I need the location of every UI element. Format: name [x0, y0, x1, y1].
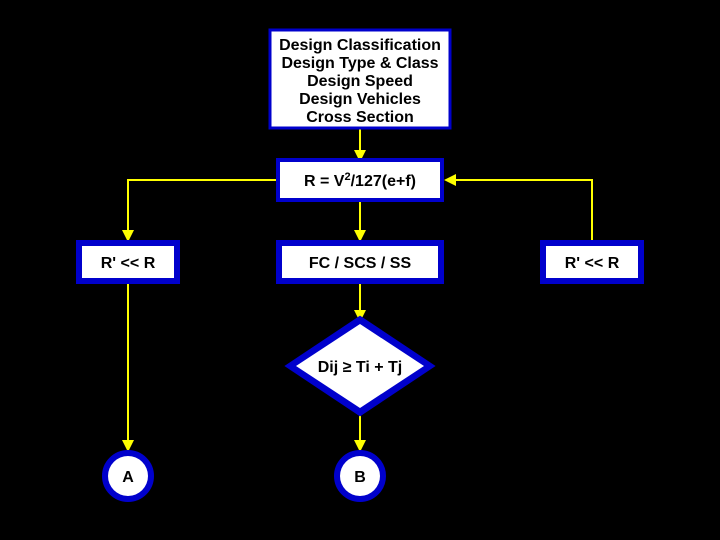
circle-b-label: B — [354, 469, 366, 486]
top-line1: Design Classification — [279, 37, 441, 54]
top-box: Design Classification Design Type & Clas… — [268, 28, 450, 128]
left-box-label: R' << R — [101, 255, 156, 272]
circle-b: B — [336, 452, 384, 500]
top-line4: Design Vehicles — [299, 91, 421, 108]
top-line5: Cross Section — [306, 109, 414, 126]
circle-a-label: A — [122, 469, 134, 486]
right-box-label: R' << R — [565, 255, 620, 272]
center-box-label: FC / SCS / SS — [309, 255, 412, 272]
decision-label: Dij ≥ Ti + Tj — [318, 359, 403, 376]
right-box: R' << R — [542, 242, 642, 282]
top-line3: Design Speed — [307, 73, 413, 90]
left-box: R' << R — [78, 242, 178, 282]
top-line2: Design Type & Class — [281, 55, 438, 72]
circle-a: A — [104, 452, 152, 500]
center-box: FC / SCS / SS — [278, 242, 442, 282]
decision-diamond: Dij ≥ Ti + Tj — [288, 318, 432, 414]
formula-box: R = V2/127(e+f) — [278, 160, 442, 200]
formula-text: R = V2/127(e+f) — [304, 171, 416, 190]
